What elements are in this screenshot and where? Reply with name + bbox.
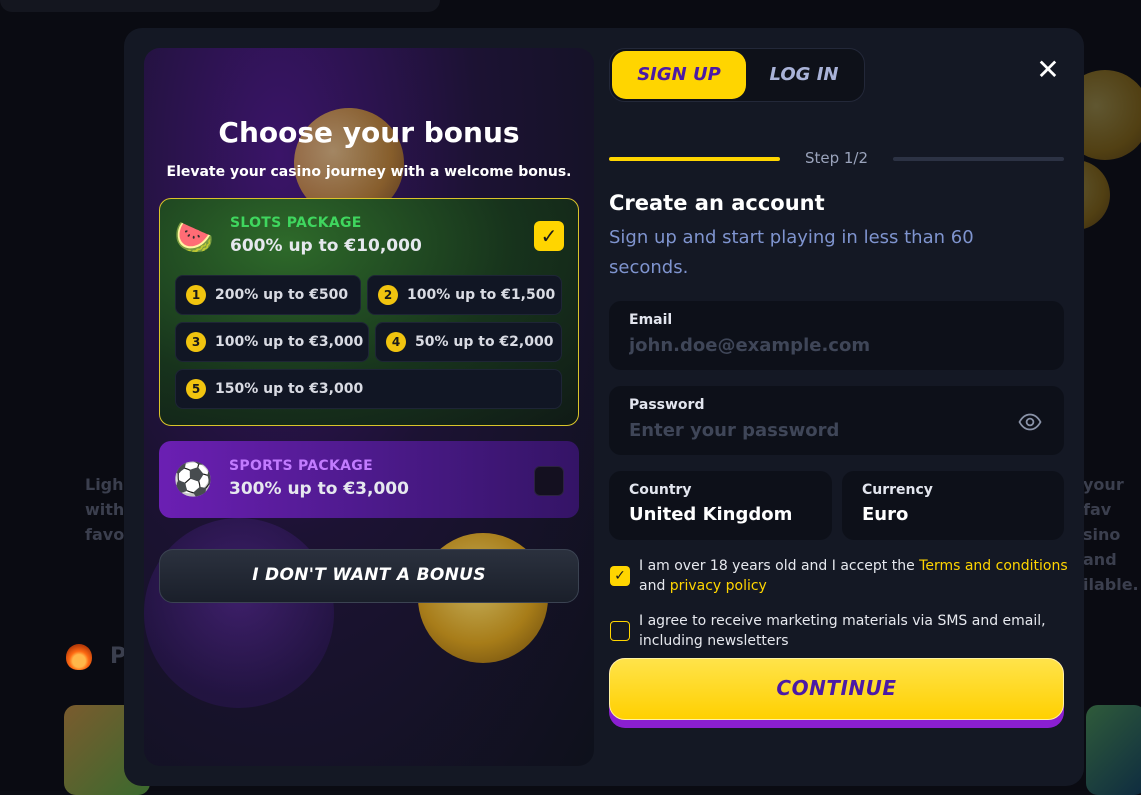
tier-number: 1 [186, 285, 206, 305]
country-label: Country [629, 482, 692, 498]
bonus-subtitle: Elevate your casino journey with a welco… [144, 164, 594, 180]
slots-package-value: 600% up to €10,000 [230, 236, 422, 256]
decorative-ball [144, 518, 334, 708]
soccer-ball-icon: ⚽ [173, 459, 213, 499]
tier-number: 5 [186, 379, 206, 399]
background-header-bar [0, 0, 440, 12]
sports-package-checkbox[interactable] [534, 466, 564, 496]
fire-icon [66, 644, 92, 670]
sports-package-label: SPORTS PACKAGE [229, 458, 373, 474]
step-label: Step 1/2 [780, 149, 893, 167]
no-bonus-button[interactable]: I DON'T WANT A BONUS [159, 549, 579, 603]
tier-text: 200% up to €500 [215, 287, 348, 303]
marketing-text: I agree to receive marketing materials v… [639, 611, 1049, 651]
tier-number: 4 [386, 332, 406, 352]
email-field[interactable]: Email [609, 301, 1064, 370]
tier-text: 100% up to €1,500 [407, 287, 555, 303]
form-title: Create an account [609, 191, 825, 215]
slots-package-card[interactable]: 🍉 SLOTS PACKAGE 600% up to €10,000 ✓ 1 2… [159, 198, 579, 426]
eye-icon[interactable] [1018, 410, 1042, 434]
background-text-left: Ligh with favo [85, 472, 124, 547]
privacy-link[interactable]: privacy policy [670, 578, 767, 594]
sports-package-card[interactable]: ⚽ SPORTS PACKAGE 300% up to €3,000 [159, 441, 579, 518]
terms-text: I am over 18 years old and I accept the … [639, 556, 1069, 596]
bonus-tier-1: 1 200% up to €500 [175, 275, 361, 315]
step-progress-empty [893, 157, 1064, 161]
currency-value: Euro [862, 504, 908, 525]
country-select[interactable]: Country United Kingdom [609, 471, 832, 540]
sports-package-value: 300% up to €3,000 [229, 479, 409, 499]
terms-checkbox[interactable]: ✓ [610, 566, 630, 586]
continue-label: CONTINUE [609, 658, 1064, 720]
step-progress-filled [609, 157, 780, 161]
country-value: United Kingdom [629, 504, 792, 525]
checkmark-icon: ✓ [541, 224, 558, 248]
background-text-right: your fav sino and ilable. [1083, 472, 1141, 597]
slots-package-checkbox[interactable]: ✓ [534, 221, 564, 251]
watermelon-icon: 🍉 [174, 217, 214, 257]
marketing-checkbox[interactable] [610, 621, 630, 641]
slots-package-label: SLOTS PACKAGE [230, 215, 362, 231]
password-label: Password [629, 397, 704, 413]
checkmark-icon: ✓ [614, 568, 626, 584]
background-game-card [1086, 705, 1141, 795]
email-input[interactable] [629, 335, 1009, 356]
signup-modal: Choose your bonus Elevate your casino jo… [124, 28, 1084, 786]
bonus-tier-5: 5 150% up to €3,000 [175, 369, 562, 409]
tier-number: 2 [378, 285, 398, 305]
tier-text: 50% up to €2,000 [415, 334, 553, 350]
email-label: Email [629, 312, 672, 328]
bonus-panel: Choose your bonus Elevate your casino jo… [144, 48, 594, 766]
auth-tabs: SIGN UP LOG IN [609, 48, 865, 102]
close-icon[interactable]: ✕ [1034, 56, 1062, 84]
tier-text: 150% up to €3,000 [215, 381, 363, 397]
bonus-tier-2: 2 100% up to €1,500 [367, 275, 562, 315]
tab-login[interactable]: LOG IN [746, 51, 862, 99]
password-input[interactable] [629, 420, 969, 441]
currency-select[interactable]: Currency Euro [842, 471, 1064, 540]
password-field[interactable]: Password [609, 386, 1064, 455]
continue-button[interactable]: CONTINUE [609, 658, 1064, 728]
bonus-title: Choose your bonus [144, 116, 594, 149]
currency-label: Currency [862, 482, 933, 498]
tier-text: 100% up to €3,000 [215, 334, 363, 350]
form-subtitle: Sign up and start playing in less than 6… [609, 223, 1029, 283]
tab-signup[interactable]: SIGN UP [612, 51, 746, 99]
bonus-tier-4: 4 50% up to €2,000 [375, 322, 562, 362]
terms-link[interactable]: Terms and conditions [919, 558, 1068, 574]
tier-number: 3 [186, 332, 206, 352]
bonus-tier-3: 3 100% up to €3,000 [175, 322, 369, 362]
